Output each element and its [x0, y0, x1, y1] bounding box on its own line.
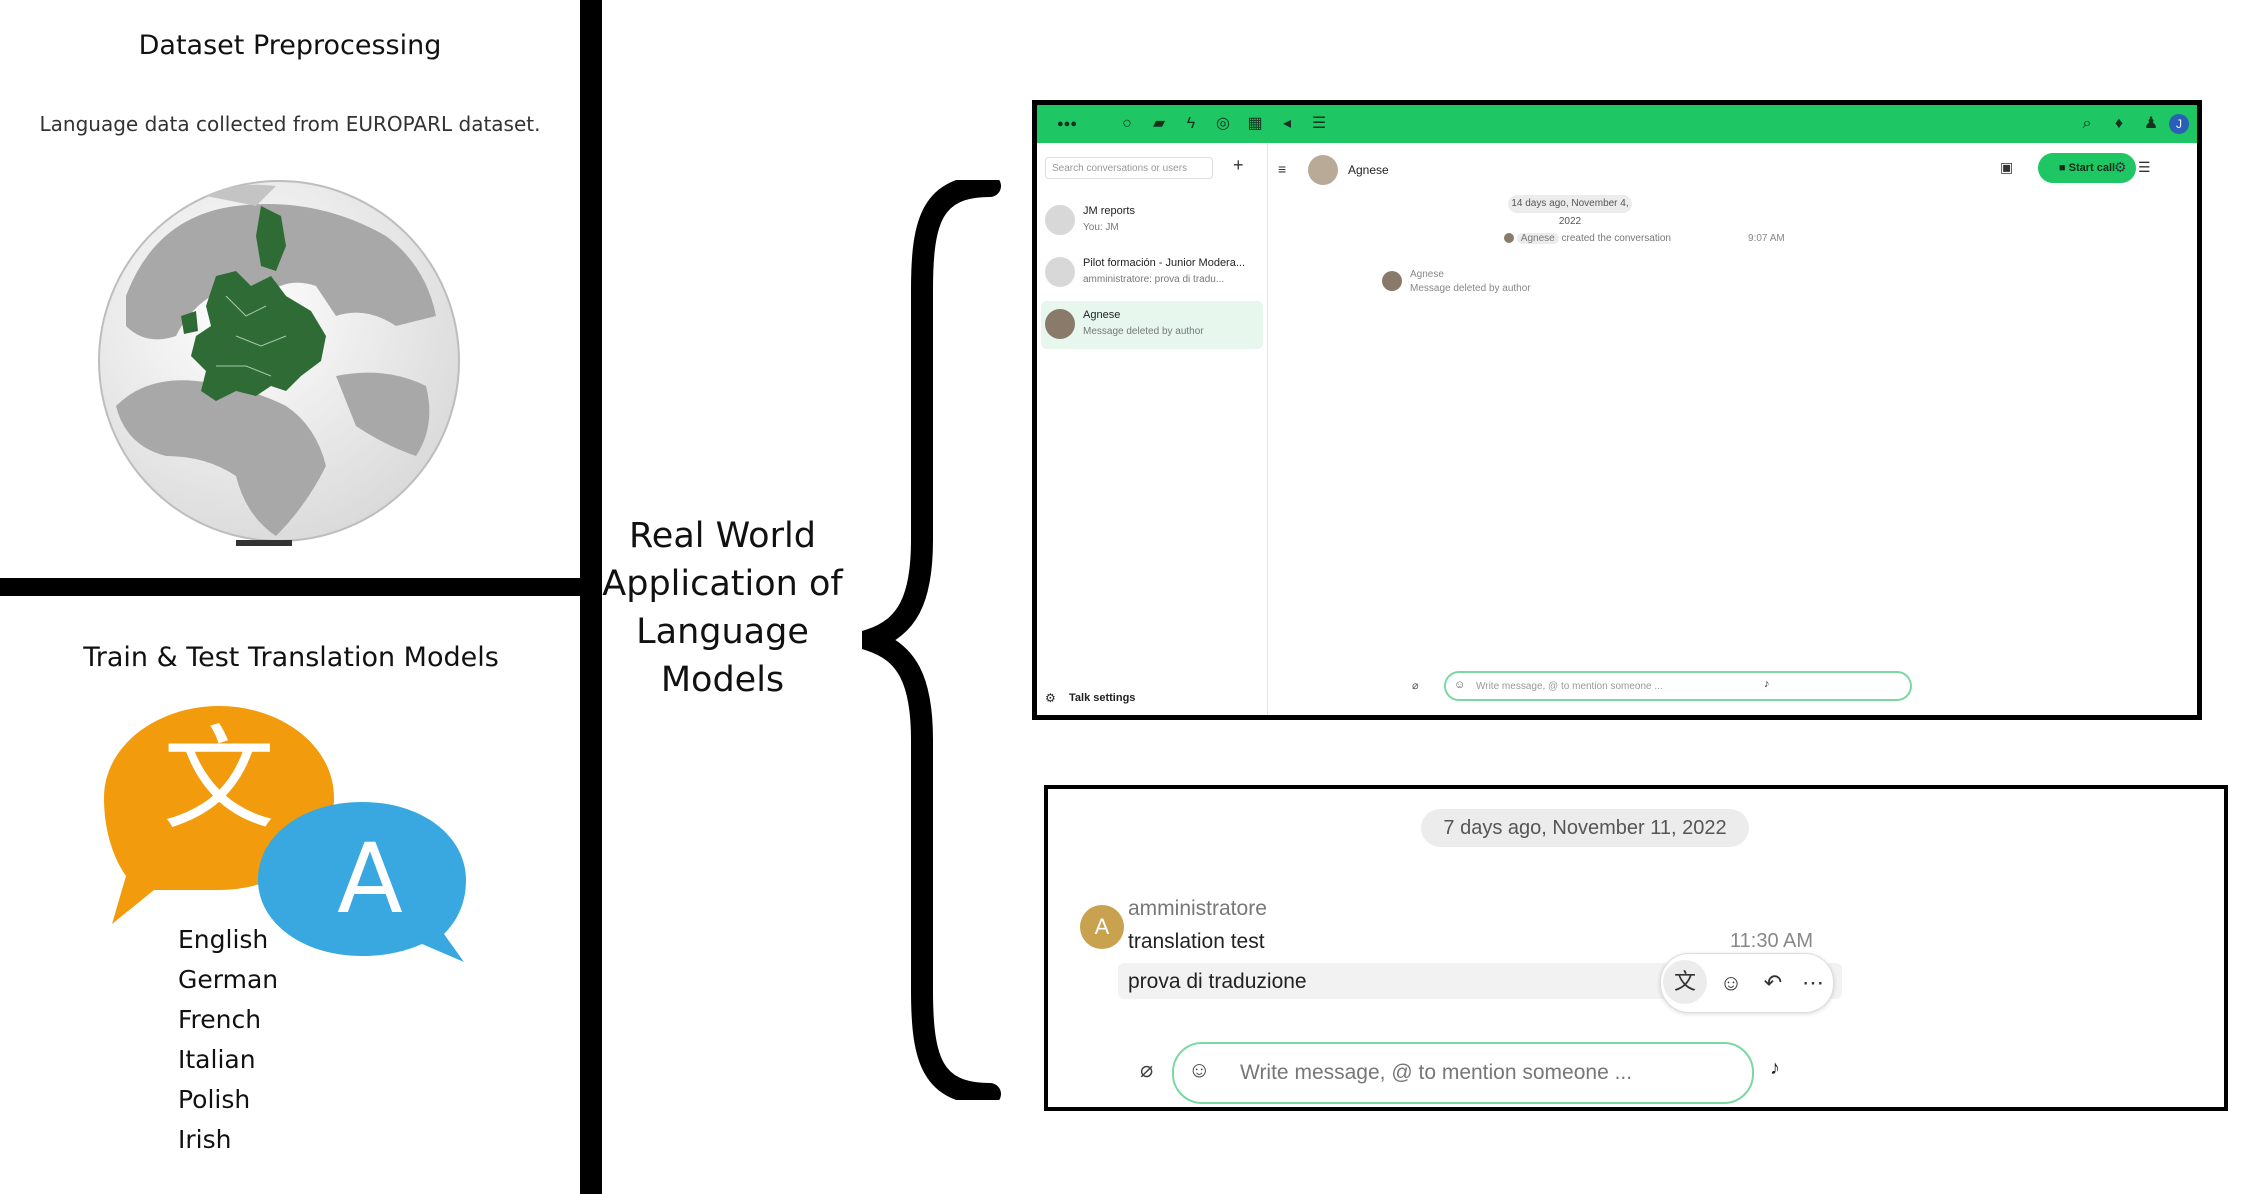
conversation-name: Agnese: [1083, 309, 1121, 321]
more-options-icon[interactable]: ⋯: [1793, 963, 1833, 1003]
conversation-name: JM reports: [1083, 205, 1135, 217]
user-avatar[interactable]: J: [2169, 114, 2189, 134]
attachment-icon[interactable]: ⌀: [1140, 1057, 1153, 1083]
talk-icon[interactable]: ◎: [1213, 114, 1233, 134]
settings-icon[interactable]: ⚙: [2114, 159, 2127, 176]
message-text: Message deleted by author: [1410, 283, 1531, 294]
models-title: Train & Test Translation Models: [83, 642, 499, 673]
app-topbar: ●●● ○ ▰ ϟ ◎ ▦ ◂ ☰ ⌕ ♦ ♟ J: [1037, 105, 2197, 143]
search-conversations-input[interactable]: Search conversations or users: [1045, 157, 1213, 179]
emoji-reaction-icon[interactable]: ☺: [1711, 963, 1751, 1003]
new-conversation-button[interactable]: +: [1233, 155, 1244, 176]
language-item: German: [178, 965, 279, 994]
microphone-icon[interactable]: ♪: [1770, 1057, 1780, 1080]
emoji-icon[interactable]: ☺: [1454, 679, 1465, 691]
conversation-title: Agnese: [1348, 163, 1389, 177]
conversation-sidebar: Search conversations or users + JM repor…: [1037, 143, 1268, 715]
target-glyph: A: [337, 823, 403, 935]
group-avatar: [1045, 257, 1075, 287]
system-text: created the conversation: [1561, 233, 1671, 244]
mini-avatar: [1504, 233, 1514, 244]
horizontal-divider: [0, 578, 582, 596]
microphone-icon[interactable]: ♪: [1764, 678, 1770, 690]
translation-screenshot: 7 days ago, November 11, 2022 A amminist…: [1044, 785, 2228, 1111]
curly-brace: [862, 180, 1001, 1100]
notifications-icon[interactable]: ♦: [2109, 114, 2129, 134]
header-avatar: [1308, 155, 1338, 185]
conversation-item[interactable]: JM reports You: JM: [1041, 197, 1263, 245]
activity-icon[interactable]: ϟ: [1181, 114, 1201, 134]
calendar-icon[interactable]: ▦: [1245, 114, 1265, 134]
conversation-preview: Message deleted by author: [1083, 326, 1204, 337]
sidebar-toggle-icon[interactable]: ☰: [2138, 159, 2151, 176]
message-text: translation test: [1128, 930, 1265, 953]
language-list: English German French Italian Polish Iri…: [178, 920, 278, 1160]
message-actions: 文 ☺ ↶ ⋯: [1660, 953, 1834, 1013]
language-item: Polish: [178, 1085, 251, 1114]
start-call-label: Start call: [2068, 162, 2116, 174]
conversation-item[interactable]: Pilot formación - Junior Modera... ammin…: [1041, 249, 1263, 297]
europe-globe: [98, 180, 460, 546]
center-line: Real World: [629, 516, 816, 556]
emoji-icon[interactable]: ☺: [1188, 1057, 1210, 1083]
video-icon: ■: [2058, 162, 2069, 174]
message-author: amministratore: [1128, 897, 1267, 920]
date-separator: 7 days ago, November 11, 2022: [1421, 809, 1749, 847]
translate-icon[interactable]: 文: [1663, 960, 1707, 1004]
language-item: Irish: [178, 1125, 232, 1154]
center-label: Real World Application of Language Model…: [600, 512, 845, 704]
message-author: Agnese: [1410, 269, 1444, 280]
media-icon[interactable]: ▣: [2000, 159, 2013, 176]
conversation-item-selected[interactable]: Agnese Message deleted by author: [1041, 301, 1263, 349]
system-user-mention: Agnese: [1516, 233, 1559, 244]
conversation-preview: You: JM: [1083, 222, 1119, 233]
author-avatar: A: [1080, 905, 1124, 949]
message-input[interactable]: Write message, @ to mention someone ...: [1172, 1042, 1754, 1104]
system-time: 9:07 AM: [1748, 233, 1785, 244]
gear-icon[interactable]: ⚙: [1045, 691, 1056, 705]
dashboard-icon[interactable]: ○: [1117, 114, 1137, 134]
chat-main: ≡ Agnese ▣ ■ Start call ⚙ ☰ 14 days ago,…: [1268, 143, 2197, 715]
language-item: Italian: [178, 1045, 256, 1074]
tasks-icon[interactable]: ☰: [1309, 114, 1329, 134]
link-avatar: [1045, 205, 1075, 235]
system-message: Agnese created the conversation: [1504, 233, 1671, 244]
files-icon[interactable]: ▰: [1149, 114, 1169, 134]
announcements-icon[interactable]: ◂: [1277, 114, 1297, 134]
talk-settings-link[interactable]: Talk settings: [1069, 692, 1135, 704]
message-input[interactable]: Write message, @ to mention someone ...: [1444, 671, 1912, 701]
reply-icon[interactable]: ↶: [1753, 963, 1793, 1003]
message-avatar: [1382, 271, 1402, 291]
message-time: 11:30 AM: [1730, 930, 1814, 952]
conversation-name: Pilot formación - Junior Modera...: [1083, 257, 1246, 269]
conversation-preview: amministratore: prova di tradu...: [1083, 274, 1225, 285]
language-item: English: [178, 925, 269, 954]
center-line: Application of: [602, 564, 843, 604]
talk-app-screenshot: ●●● ○ ▰ ϟ ◎ ▦ ◂ ☰ ⌕ ♦ ♟ J Search convers…: [1032, 100, 2202, 720]
menu-icon[interactable]: ≡: [1278, 161, 1286, 177]
vertical-divider: [580, 0, 602, 1194]
language-item: French: [178, 1005, 262, 1034]
search-icon[interactable]: ⌕: [2077, 114, 2097, 134]
center-line: Language: [636, 612, 809, 652]
user-avatar: [1045, 309, 1075, 339]
source-glyph: 文: [163, 715, 275, 845]
translate-icon: 文 A: [104, 706, 466, 962]
attachment-icon[interactable]: ⌀: [1412, 679, 1419, 692]
dataset-title: Dataset Preprocessing: [138, 30, 442, 61]
logo-icon: ●●●: [1057, 118, 1077, 130]
dataset-caption: Language data collected from EUROPARL da…: [39, 112, 541, 136]
center-line: Models: [660, 660, 785, 700]
contacts-icon[interactable]: ♟: [2141, 114, 2161, 134]
date-separator: 14 days ago, November 4, 2022: [1508, 195, 1632, 227]
message-text: prova di traduzione: [1128, 970, 1307, 993]
